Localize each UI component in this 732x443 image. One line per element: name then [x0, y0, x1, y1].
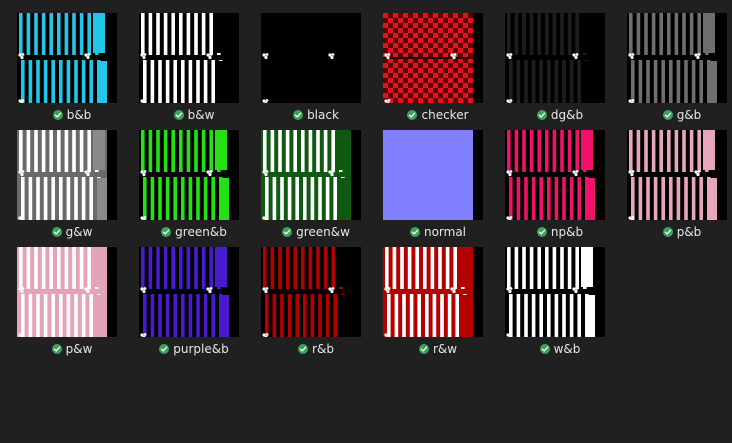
- synced-check-icon: [536, 110, 547, 120]
- synced-check-icon: [662, 110, 673, 120]
- file-thumbnail: [17, 130, 117, 220]
- file-item-p-and-b[interactable]: p&b: [627, 130, 727, 242]
- synced-check-icon: [298, 344, 309, 354]
- file-item-checker[interactable]: checker: [383, 13, 483, 125]
- file-name-label: green&b: [175, 225, 227, 239]
- file-item-p-and-w[interactable]: p&w: [17, 247, 117, 359]
- file-name-row: p&b: [627, 224, 732, 240]
- file-item-b-and-w[interactable]: b&w: [139, 13, 239, 125]
- file-thumbnail: [505, 130, 605, 220]
- file-item-r-and-b[interactable]: r&b: [261, 247, 361, 359]
- file-name-label: green&w: [296, 225, 350, 239]
- file-name-row: r&w: [383, 341, 493, 357]
- file-item-w-and-b[interactable]: w&b: [505, 247, 605, 359]
- file-name-label: w&b: [553, 342, 581, 356]
- file-thumbnail: [17, 247, 117, 337]
- file-name-label: r&b: [312, 342, 334, 356]
- synced-check-icon: [52, 110, 63, 120]
- file-thumbnail: [383, 130, 483, 220]
- file-name-label: p&b: [676, 225, 702, 239]
- file-name-label: checker: [421, 108, 469, 122]
- file-item-b-and-b[interactable]: b&b: [17, 13, 117, 125]
- file-item-black[interactable]: black: [261, 13, 361, 125]
- synced-check-icon: [173, 110, 184, 120]
- synced-check-icon: [51, 344, 62, 354]
- file-thumbnail: [505, 247, 605, 337]
- file-thumbnail: [383, 13, 483, 103]
- file-name-row: g&b: [627, 107, 732, 123]
- file-thumbnail: [505, 13, 605, 103]
- file-name-label: g&b: [676, 108, 702, 122]
- synced-check-icon: [662, 227, 673, 237]
- file-item-dg-and-b[interactable]: dg&b: [505, 13, 605, 125]
- file-item-normal[interactable]: normal: [383, 130, 483, 242]
- synced-check-icon: [418, 344, 429, 354]
- thumbnail-grid: b&b b&w black checker dg&b g&b g&w green&b green…: [0, 0, 732, 443]
- file-name-row: p&w: [17, 341, 127, 357]
- file-name-label: b&b: [66, 108, 92, 122]
- synced-check-icon: [159, 344, 170, 354]
- file-name-label: purple&b: [173, 342, 229, 356]
- synced-check-icon: [51, 227, 62, 237]
- file-name-label: black: [307, 108, 339, 122]
- file-name-label: p&w: [65, 342, 93, 356]
- file-thumbnail: [261, 130, 361, 220]
- file-item-green-and-b[interactable]: green&b: [139, 130, 239, 242]
- file-thumbnail: [139, 247, 239, 337]
- file-name-row: checker: [383, 107, 493, 123]
- synced-check-icon: [536, 227, 547, 237]
- file-thumbnail: [17, 13, 117, 103]
- file-name-row: np&b: [505, 224, 615, 240]
- file-item-g-and-b[interactable]: g&b: [627, 13, 727, 125]
- synced-check-icon: [161, 227, 172, 237]
- file-name-row: green&b: [139, 224, 249, 240]
- synced-check-icon: [539, 344, 550, 354]
- file-name-label: normal: [423, 225, 467, 239]
- file-item-g-and-w[interactable]: g&w: [17, 130, 117, 242]
- file-name-label: g&w: [65, 225, 93, 239]
- file-thumbnail: [139, 130, 239, 220]
- file-thumbnail: [627, 13, 727, 103]
- file-name-row: w&b: [505, 341, 615, 357]
- file-item-green-and-w[interactable]: green&w: [261, 130, 361, 242]
- synced-check-icon: [409, 227, 420, 237]
- file-name-row: purple&b: [139, 341, 249, 357]
- file-thumbnail: [261, 13, 361, 103]
- file-name-row: dg&b: [505, 107, 615, 123]
- file-name-row: b&b: [17, 107, 127, 123]
- file-name-label: np&b: [550, 225, 584, 239]
- synced-check-icon: [282, 227, 293, 237]
- synced-check-icon: [293, 110, 304, 120]
- file-item-np-and-b[interactable]: np&b: [505, 130, 605, 242]
- file-thumbnail: [139, 13, 239, 103]
- file-name-row: normal: [383, 224, 493, 240]
- file-name-row: b&w: [139, 107, 249, 123]
- file-thumbnail: [383, 247, 483, 337]
- file-name-label: dg&b: [550, 108, 584, 122]
- file-item-purple-and-b[interactable]: purple&b: [139, 247, 239, 359]
- synced-check-icon: [407, 110, 418, 120]
- file-name-row: r&b: [261, 341, 371, 357]
- file-item-r-and-w[interactable]: r&w: [383, 247, 483, 359]
- file-name-row: black: [261, 107, 371, 123]
- file-thumbnail: [261, 247, 361, 337]
- file-thumbnail: [627, 130, 727, 220]
- file-name-label: r&w: [432, 342, 458, 356]
- file-name-row: g&w: [17, 224, 127, 240]
- file-name-row: green&w: [261, 224, 371, 240]
- file-name-label: b&w: [187, 108, 215, 122]
